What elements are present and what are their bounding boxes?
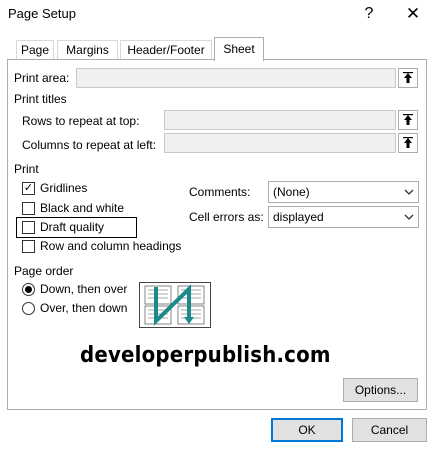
print-area-label: Print area:: [14, 71, 69, 85]
print-area-label-text: Print area:: [14, 71, 70, 85]
down-then-over-label: Down, then over: [40, 282, 128, 296]
print-area-collapse-button[interactable]: [398, 68, 418, 88]
gridlines-checkbox[interactable]: ✓: [22, 182, 35, 195]
black-and-white-label: Black and white: [40, 201, 125, 215]
help-button[interactable]: ?: [356, 2, 382, 26]
comments-select-value: (None): [273, 185, 310, 199]
comments-select[interactable]: (None): [268, 181, 419, 203]
tab-margins[interactable]: Margins: [57, 40, 118, 60]
collapse-dialog-icon: [403, 72, 413, 83]
comments-label: Comments:: [189, 185, 251, 199]
checkmark-icon: ✓: [23, 182, 34, 194]
cancel-button[interactable]: Cancel: [352, 418, 427, 442]
gridlines-label: Gridlines: [40, 181, 88, 195]
tab-sheet[interactable]: Sheet: [214, 37, 264, 61]
dialog-title: Page Setup: [8, 6, 76, 21]
over-then-down-label: Over, then down: [40, 301, 128, 315]
close-button[interactable]: ✕: [400, 2, 426, 26]
options-button[interactable]: Options...: [343, 378, 418, 402]
chevron-down-icon: [400, 207, 418, 227]
cell-errors-select-value: displayed: [273, 210, 324, 224]
chevron-down-icon: [400, 182, 418, 202]
collapse-dialog-icon: [403, 114, 413, 125]
over-then-down-radio[interactable]: [22, 302, 35, 315]
cell-errors-select[interactable]: displayed: [268, 206, 419, 228]
cell-errors-label: Cell errors as:: [189, 210, 264, 224]
print-area-input[interactable]: [76, 68, 396, 88]
ok-button[interactable]: OK: [271, 418, 343, 442]
print-titles-heading: Print titles: [14, 92, 67, 106]
draft-quality-label: Draft quality: [40, 220, 105, 234]
rows-collapse-button[interactable]: [398, 110, 418, 130]
page-order-diagram-icon: [144, 284, 205, 326]
print-heading: Print: [14, 162, 39, 176]
rows-to-repeat-input[interactable]: [164, 110, 396, 130]
columns-collapse-button[interactable]: [398, 133, 418, 153]
black-and-white-checkbox[interactable]: [22, 202, 35, 215]
down-then-over-radio[interactable]: [22, 283, 35, 296]
collapse-dialog-icon: [403, 137, 413, 148]
watermark-text: developerpublish.com: [80, 343, 331, 368]
row-col-headings-checkbox[interactable]: [22, 240, 35, 253]
row-col-headings-label: Row and column headings: [40, 239, 182, 253]
columns-to-repeat-label: Columns to repeat at left:: [22, 138, 157, 152]
columns-to-repeat-input[interactable]: [164, 133, 396, 153]
page-order-preview: [139, 282, 211, 328]
tab-header-footer[interactable]: Header/Footer: [120, 40, 212, 60]
draft-quality-checkbox[interactable]: [22, 221, 35, 234]
rows-to-repeat-label: Rows to repeat at top:: [22, 114, 140, 128]
tab-page[interactable]: Page: [16, 40, 54, 60]
page-order-heading: Page order: [14, 264, 74, 278]
